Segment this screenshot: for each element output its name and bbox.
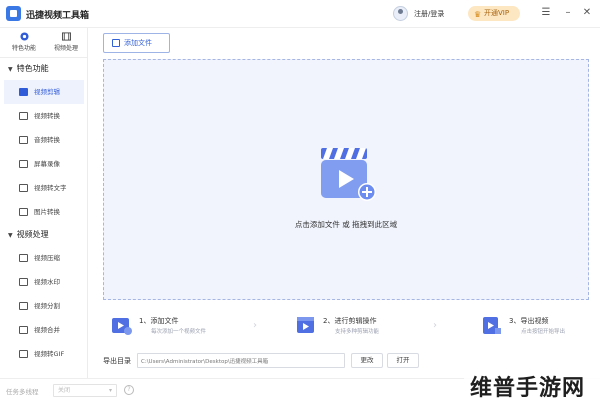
video-convert-icon [19, 112, 28, 120]
sidebar-item-video-to-text[interactable]: 视频转文字 [0, 176, 87, 200]
video-to-text-icon [19, 184, 28, 192]
site-watermark: 维普手游网 [470, 376, 586, 401]
sidebar-item-label: 视频水印 [34, 278, 60, 286]
sidebar-item-video-to-gif[interactable]: 视频转GIF [0, 342, 87, 366]
film-icon [61, 32, 71, 41]
step-1-desc: 每次添加一个视频文件 [151, 329, 207, 335]
tab-video-processing[interactable]: 视频处理 [44, 32, 88, 52]
threads-label: 任务多线程 [6, 388, 39, 396]
steps-row: 1、添加文件 每次添加一个视频文件 › 2、进行剪辑操作 支持多种剪辑功能 › … [103, 310, 589, 346]
sidebar-item-video-watermark[interactable]: 视频水印 [0, 270, 87, 294]
login-link[interactable]: 注册/登录 [414, 9, 444, 19]
section-featured-title: 特色功能 [16, 64, 49, 73]
chevron-down-icon: ▾ [108, 387, 112, 394]
sidebar-item-label: 音频转换 [34, 136, 60, 144]
step-add-file-icon [112, 318, 132, 335]
threads-select[interactable]: 关闭 ▾ [53, 384, 117, 397]
sidebar-item-label: 视频剪辑 [34, 88, 60, 96]
sidebar-item-screen-record[interactable]: 屏幕录像 [0, 152, 87, 176]
drop-zone[interactable]: 点击添加文件 或 拖拽到此区域 [103, 59, 589, 300]
drop-zone-hint: 点击添加文件 或 拖拽到此区域 [294, 220, 398, 229]
sidebar-item-label: 视频转文字 [34, 184, 67, 192]
open-directory-button[interactable]: 打开 [387, 353, 419, 368]
sidebar-item-video-convert[interactable]: 视频转换 [0, 104, 87, 128]
video-compress-icon [19, 254, 28, 262]
add-file-label: 添加文件 [124, 39, 152, 47]
sidebar: 特色功能 视频处理 ▼ 特色功能 视频剪辑 视频转换 音频转换 屏幕录像 视频转文… [0, 28, 88, 378]
image-convert-icon [19, 208, 28, 216]
add-file-icon [112, 39, 120, 47]
sidebar-item-video-merge[interactable]: 视频合并 [0, 318, 87, 342]
output-directory-label: 导出目录 [103, 357, 131, 365]
step-edit-icon [297, 317, 314, 333]
clapperboard-icon [321, 148, 376, 201]
caret-down-icon: ▼ [8, 232, 13, 239]
sidebar-item-audio-convert[interactable]: 音频转换 [0, 128, 87, 152]
tab-featured-label: 特色功能 [11, 45, 36, 52]
video-split-icon [19, 302, 28, 310]
sidebar-item-label: 视频压缩 [34, 254, 60, 262]
app-title: 迅捷视频工具箱 [26, 11, 90, 21]
step-3-title: 3、导出视频 [509, 317, 549, 325]
close-icon[interactable]: ✕ [580, 6, 594, 20]
sidebar-item-image-convert[interactable]: 图片转换 [0, 200, 87, 224]
sidebar-item-label: 视频转换 [34, 112, 60, 120]
title-bar: 迅捷视频工具箱 注册/登录 ♛ 开通VIP ☰ – ✕ [0, 0, 600, 28]
sidebar-item-video-compress[interactable]: 视频压缩 [0, 246, 87, 270]
help-icon[interactable]: ? [124, 385, 134, 395]
vip-label: 开通VIP [484, 9, 510, 17]
screen-record-icon [19, 160, 28, 168]
step-export-icon [483, 317, 501, 334]
step-2-desc: 支持多种剪辑功能 [335, 329, 380, 335]
minimize-icon[interactable]: – [561, 6, 575, 20]
sidebar-item-video-edit[interactable]: 视频剪辑 [4, 80, 84, 104]
section-video-processing[interactable]: ▼ 视频处理 [0, 224, 87, 246]
user-avatar-icon[interactable] [393, 6, 408, 21]
sidebar-item-label: 视频合并 [34, 326, 60, 334]
change-directory-button[interactable]: 更改 [351, 353, 383, 368]
menu-icon[interactable]: ☰ [539, 6, 553, 20]
add-file-button[interactable]: 添加文件 [103, 33, 170, 53]
app-logo-icon [6, 6, 21, 21]
step-3-desc: 点击按钮开始导出 [521, 329, 566, 335]
sidebar-top-tabs: 特色功能 视频处理 [0, 28, 87, 58]
vip-button[interactable]: ♛ 开通VIP [468, 6, 520, 21]
tab-featured[interactable]: 特色功能 [2, 32, 46, 52]
section-video-processing-title: 视频处理 [16, 230, 49, 239]
sidebar-item-label: 视频分割 [34, 302, 60, 310]
crown-icon: ♛ [474, 10, 482, 19]
sidebar-item-label: 屏幕录像 [34, 160, 60, 168]
video-to-gif-icon [19, 350, 28, 358]
threads-value: 关闭 [58, 387, 71, 394]
tab-video-processing-label: 视频处理 [53, 45, 78, 52]
caret-down-icon: ▼ [8, 66, 13, 73]
video-watermark-icon [19, 278, 28, 286]
output-path-input[interactable] [137, 353, 345, 368]
featured-icon [19, 32, 29, 41]
video-edit-icon [19, 88, 28, 96]
section-featured[interactable]: ▼ 特色功能 [0, 58, 87, 80]
sidebar-item-label: 图片转换 [34, 208, 60, 216]
chevron-right-icon: › [433, 320, 437, 331]
chevron-right-icon: › [253, 320, 257, 331]
output-directory-row: 导出目录 更改 打开 [103, 353, 433, 369]
step-1-title: 1、添加文件 [139, 317, 179, 325]
step-2-title: 2、进行剪辑操作 [323, 317, 377, 325]
audio-convert-icon [19, 136, 28, 144]
sidebar-item-label: 视频转GIF [34, 350, 65, 358]
video-merge-icon [19, 326, 28, 334]
sidebar-item-video-split[interactable]: 视频分割 [0, 294, 87, 318]
